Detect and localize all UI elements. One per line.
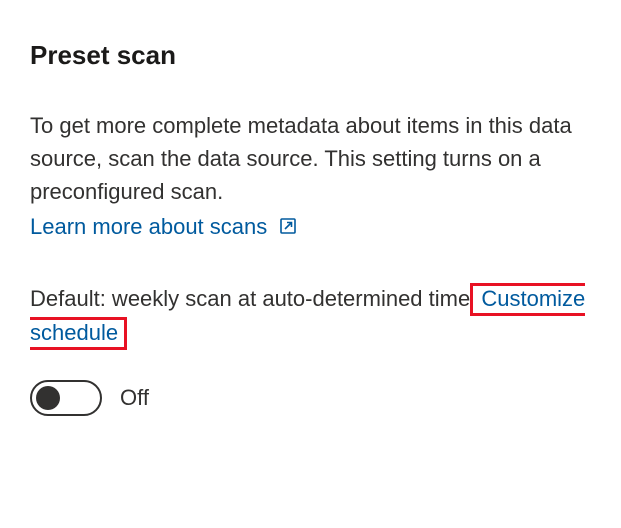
learn-more-link[interactable]: Learn more about scans	[30, 214, 297, 239]
toggle-knob	[36, 386, 60, 410]
toggle-row: Off	[30, 380, 591, 416]
default-schedule-prefix: Default: weekly scan at auto-determined …	[30, 286, 470, 311]
section-heading: Preset scan	[30, 40, 591, 71]
default-schedule-text: Default: weekly scan at auto-determined …	[30, 282, 591, 350]
learn-more-label: Learn more about scans	[30, 214, 267, 239]
external-link-icon	[279, 211, 297, 244]
description-text: To get more complete metadata about item…	[30, 109, 591, 208]
preset-scan-toggle[interactable]	[30, 380, 102, 416]
learn-more-row: Learn more about scans	[30, 210, 591, 244]
toggle-state-label: Off	[120, 385, 149, 411]
